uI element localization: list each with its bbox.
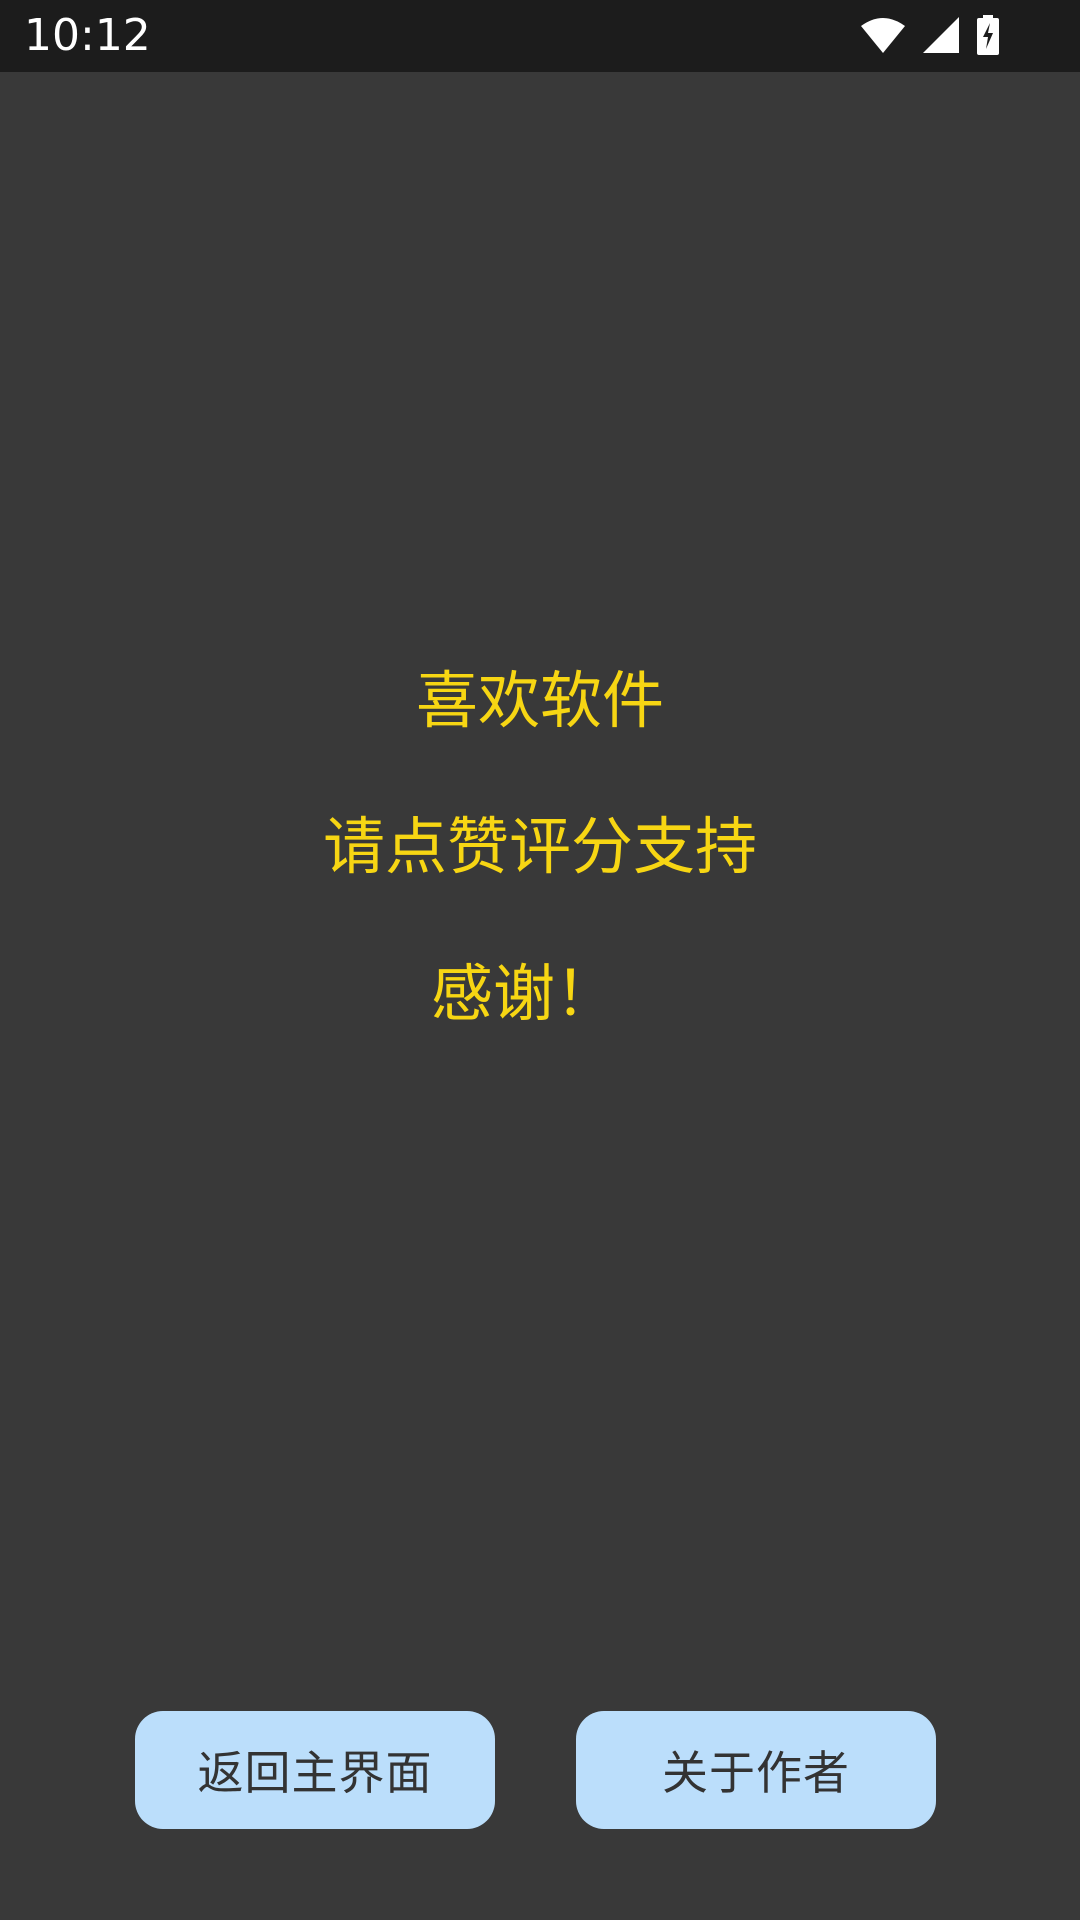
app-screen: 10:12 喜欢软件 请点赞评分支持 感谢！ 返回主界面 关于作者 [0, 0, 1080, 1920]
message-line-please-rate: 请点赞评分支持 [322, 810, 757, 883]
cellular-signal-icon [922, 16, 960, 54]
message-line-like-app: 喜欢软件 [415, 664, 664, 737]
status-icons [860, 14, 1000, 56]
back-to-main-button[interactable]: 返回主界面 [135, 1711, 495, 1829]
wifi-icon [860, 16, 906, 54]
status-clock: 10:12 [24, 10, 151, 61]
battery-charging-icon [976, 15, 1000, 55]
status-bar: 10:12 [0, 0, 1080, 72]
about-author-button[interactable]: 关于作者 [576, 1711, 936, 1829]
message-line-thanks: 感谢！ [430, 957, 617, 1030]
